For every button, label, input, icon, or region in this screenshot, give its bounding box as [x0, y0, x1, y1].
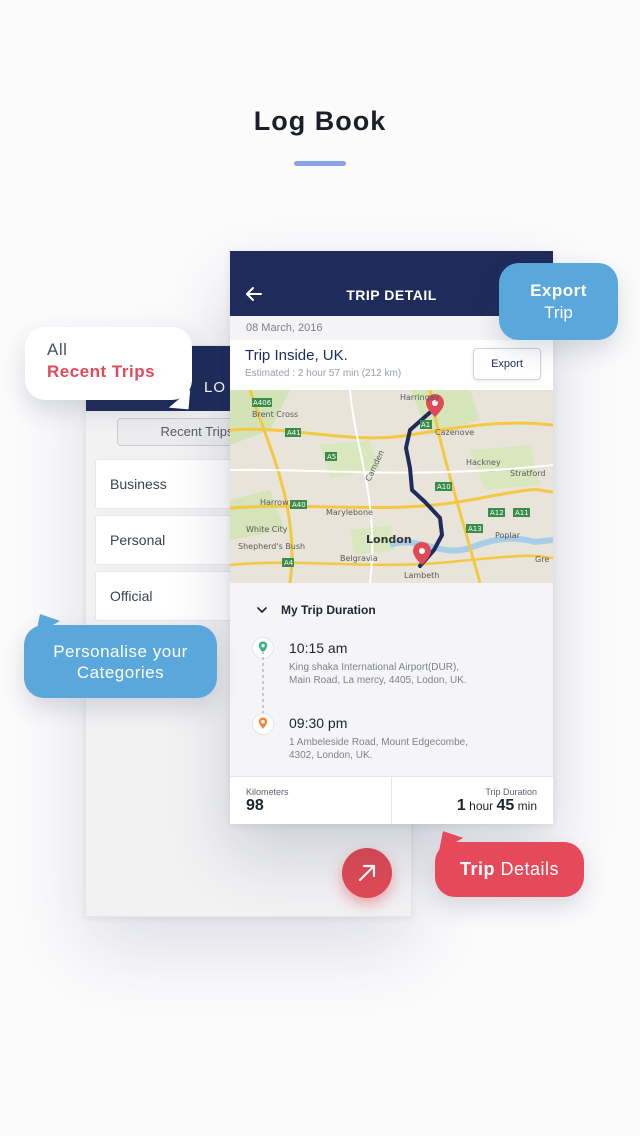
road-badge: A12 [490, 509, 504, 517]
route-connector [262, 651, 264, 717]
map-label: Harrow [260, 498, 289, 507]
map-label: Harringay [400, 393, 440, 402]
back-screen-title: LO [204, 379, 227, 396]
start-address-line2: Main Road, La mercy, 4405, Lodon, UK. [289, 675, 467, 686]
callout-export-line1: Export [530, 281, 587, 300]
road-badge: A13 [468, 525, 482, 533]
road-badge: A5 [327, 453, 336, 461]
route-map[interactable]: Brent Cross Harringay Cazenove Camden Ha… [230, 390, 553, 583]
map-label-london: London [366, 533, 412, 546]
map-label: Belgravia [340, 554, 378, 563]
callout-export-line2: Trip [544, 303, 573, 322]
callout-recent-trips: All Recent Trips [25, 327, 200, 419]
callout-tail [430, 824, 464, 852]
trip-stats: Kilometers 98 Trip Duration 1 hour 45 mi… [230, 776, 553, 824]
road-badge: A406 [253, 399, 272, 407]
trip-duration-heading[interactable]: My Trip Duration [281, 603, 376, 617]
map-label: Gre [535, 555, 549, 564]
map-label: White City [246, 525, 288, 534]
road-badge: A10 [437, 483, 451, 491]
road-badge: A11 [515, 509, 529, 517]
title-underline [294, 161, 346, 166]
map-label: Poplar [495, 531, 521, 540]
road-badge: A4 [284, 559, 294, 567]
arrow-up-right-icon [358, 864, 376, 882]
trip-detail-card: TRIP DETAIL 08 March, 2016 Trip Inside, … [230, 251, 553, 824]
callout-tail [27, 607, 61, 635]
stats-divider [391, 777, 392, 824]
export-button[interactable]: Export [473, 348, 541, 380]
kilometers-value: 98 [246, 797, 264, 814]
start-address: King shaka International Airport(DUR), M… [289, 661, 509, 687]
road-badge: A1 [421, 421, 430, 429]
map-label: Brent Cross [252, 410, 298, 419]
road-badge: A40 [292, 501, 306, 509]
map-label: Lambeth [404, 571, 439, 580]
callout-trip-rest: Details [500, 859, 560, 879]
callout-export-trip: Export Trip [499, 263, 618, 347]
map-label: Shepherd's Bush [238, 542, 305, 551]
trip-estimate: Estimated : 2 hour 57 min (212 km) [245, 368, 402, 379]
duration-hours: 1 [456, 797, 466, 814]
duration-minutes: 45 [496, 797, 515, 814]
end-address-line2: 4302, London, UK. [289, 750, 373, 761]
callout-trip-details: Trip Details [430, 824, 584, 897]
end-time: 09:30 pm [289, 715, 348, 731]
duration-label: Trip Duration [485, 787, 537, 797]
trip-duration-section: My Trip Duration 10:15 am King shaka Int… [230, 583, 553, 776]
callout-personalise-line1: Personalise your [53, 642, 188, 661]
duration-min-unit: min [517, 799, 537, 813]
callout-trip-bold: Trip [459, 859, 495, 879]
location-pin-orange-icon [252, 713, 274, 735]
road-badge: A41 [287, 429, 301, 437]
duration-hour-unit: hour [469, 799, 494, 813]
callout-personalise: Personalise your Categories [24, 607, 217, 698]
end-address: 1 Ambeleside Road, Mount Edgecombe, 4302… [289, 736, 509, 762]
end-address-line1: 1 Ambeleside Road, Mount Edgecombe, [289, 737, 468, 748]
map-label: Cazenove [435, 428, 474, 437]
start-address-line1: King shaka International Airport(DUR), [289, 662, 460, 673]
duration-value: 1 hour 45 min [457, 797, 537, 815]
start-time: 10:15 am [289, 640, 348, 656]
callout-all-line1: All [47, 340, 68, 359]
callout-personalise-line2: Categories [76, 663, 165, 682]
kilometers-label: Kilometers [246, 787, 289, 797]
callout-all-line2: Recent Trips [47, 362, 156, 381]
chevron-down-icon[interactable] [257, 605, 267, 615]
map-label: Hackney [466, 458, 501, 467]
fab-button[interactable] [342, 848, 392, 898]
map-label: Marylebone [326, 508, 373, 517]
page-title: Log Book [253, 106, 387, 136]
trip-name: Trip Inside, UK. [245, 347, 348, 364]
map-label: Stratford [510, 469, 545, 478]
